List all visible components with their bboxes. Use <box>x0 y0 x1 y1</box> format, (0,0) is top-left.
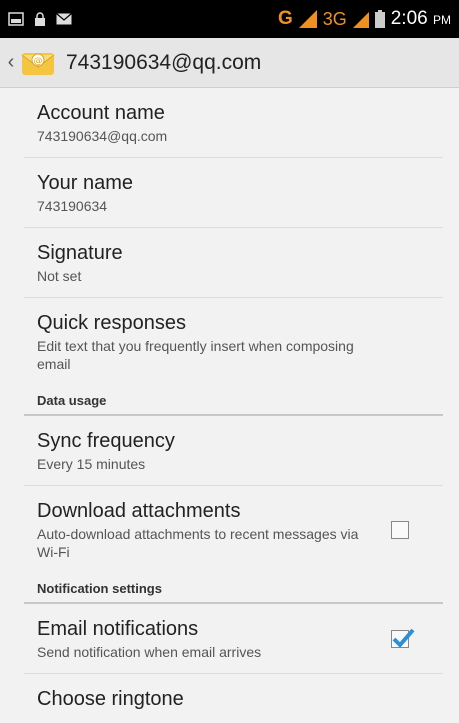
checkmark-icon <box>392 628 415 648</box>
pref-title: Quick responses <box>37 312 186 334</box>
clock: 2:06 PM <box>391 8 451 30</box>
pref-summary: Send notification when email arrives <box>37 644 262 660</box>
pref-quick-responses[interactable]: Quick responses Edit text that you frequ… <box>24 298 443 385</box>
pref-summary: Edit text that you frequently insert whe… <box>37 338 354 372</box>
pref-title: Choose ringtone <box>37 688 184 710</box>
pref-signature[interactable]: Signature Not set <box>24 228 443 298</box>
signal-icon <box>298 10 317 28</box>
pref-summary: Not set <box>37 268 82 284</box>
battery-icon <box>374 10 385 28</box>
pref-title: Signature <box>37 242 123 264</box>
network-3g-label: 3G <box>322 8 347 29</box>
status-bar: G 3G 2:06 PM <box>0 0 459 38</box>
settings-list: Account name 743190634@qq.com Your name … <box>0 88 459 723</box>
account-title: 743190634@qq.com <box>66 50 262 74</box>
lock-icon <box>35 12 45 26</box>
action-bar: ‹ @ 743190634@qq.com <box>0 38 459 88</box>
clock-time: 2:06 <box>390 8 428 29</box>
pref-title: Download attachments <box>37 500 241 522</box>
pref-your-name[interactable]: Your name 743190634 <box>24 158 443 228</box>
pref-title: Account name <box>37 102 165 124</box>
email-app-icon[interactable]: @ <box>20 49 56 77</box>
pref-account-name[interactable]: Account name 743190634@qq.com <box>24 88 443 158</box>
pref-email-notifications[interactable]: Email notifications Send notification wh… <box>24 604 443 674</box>
email-notification-icon <box>56 13 72 25</box>
svg-text:@: @ <box>34 56 43 66</box>
data-signal-icon <box>352 12 369 28</box>
pref-summary: Auto-download attachments to recent mess… <box>37 526 359 560</box>
network-type-label: G <box>277 8 293 29</box>
clock-ampm: PM <box>433 13 451 27</box>
pref-title: Email notifications <box>37 618 199 640</box>
screenshot-icon <box>8 12 24 26</box>
back-chevron-icon[interactable]: ‹ <box>4 51 18 74</box>
pref-sync-frequency[interactable]: Sync frequency Every 15 minutes <box>24 416 443 486</box>
category-notification-settings: Notification settings <box>24 573 443 604</box>
category-data-usage: Data usage <box>24 385 443 416</box>
email-notifications-checkbox[interactable] <box>391 628 415 648</box>
pref-summary: Every 15 minutes <box>37 456 146 472</box>
download-attachments-checkbox[interactable] <box>391 520 409 539</box>
pref-summary: 743190634@qq.com <box>37 128 168 144</box>
pref-title: Sync frequency <box>37 430 175 452</box>
pref-title: Your name <box>37 172 133 194</box>
pref-choose-ringtone[interactable]: Choose ringtone <box>24 674 443 723</box>
pref-summary: 743190634 <box>37 198 108 214</box>
pref-download-attachments[interactable]: Download attachments Auto-download attac… <box>24 486 443 573</box>
